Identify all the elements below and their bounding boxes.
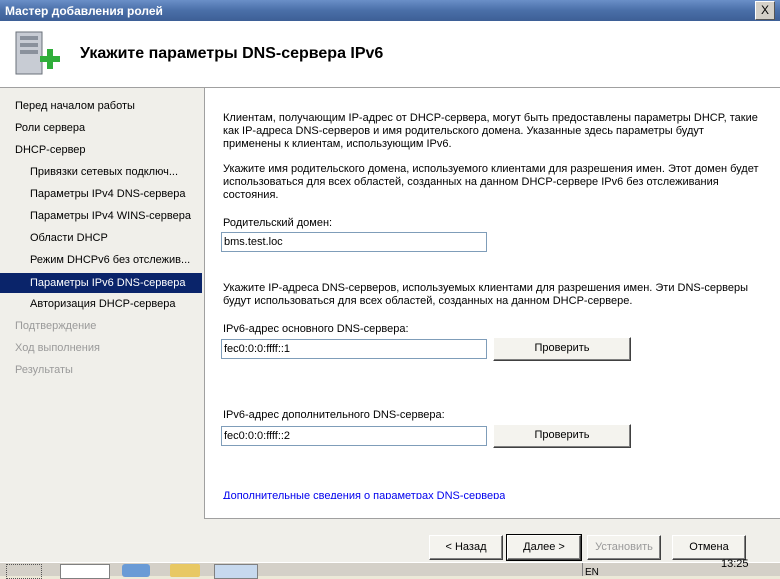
wizard-steps-nav: Перед началом работы Роли сервера DHCP-с… xyxy=(0,88,204,575)
cancel-button[interactable]: Отмена xyxy=(672,535,746,560)
domain-description: Укажите имя родительского домена, исполь… xyxy=(223,163,759,201)
next-button[interactable]: Далее > xyxy=(506,534,582,561)
step-dhcp-scopes[interactable]: Области DHCP xyxy=(30,228,198,248)
step-before-you-begin[interactable]: Перед началом работы xyxy=(15,96,201,116)
page-title: Укажите параметры DNS-сервера IPv6 xyxy=(80,45,384,62)
step-progress: Ход выполнения xyxy=(15,342,100,354)
step-ipv4-wins[interactable]: Параметры IPv4 WINS-сервера xyxy=(30,206,198,226)
taskbar-server-manager-icon[interactable] xyxy=(60,564,110,579)
wizard-content: Клиентам, получающим IP-адрес от DHCP-се… xyxy=(204,88,780,518)
step-dhcpv6-stateless[interactable]: Режим DHCPv6 без отслежив... xyxy=(30,250,198,270)
primary-dns-input[interactable] xyxy=(221,339,487,359)
wizard-window: Мастер добавления ролей X Укажите параме… xyxy=(0,0,780,579)
window-title: Мастер добавления ролей xyxy=(5,4,163,18)
taskbar-wizard-icon[interactable] xyxy=(214,564,258,579)
close-button[interactable]: X xyxy=(755,1,775,20)
server-add-role-icon xyxy=(15,31,60,75)
taskbar: EN 13:25 xyxy=(0,558,780,579)
step-dhcp-server[interactable]: DHCP-сервер xyxy=(15,140,201,160)
install-button: Установить xyxy=(587,535,661,560)
step-ipv6-dns-selected[interactable]: Параметры IPv6 DNS-сервера xyxy=(0,273,202,293)
back-button[interactable]: < Назад xyxy=(429,535,503,560)
secondary-dns-label: IPv6-адрес дополнительного DNS-сервера: xyxy=(223,409,445,421)
clock[interactable]: 13:25 xyxy=(721,558,749,570)
taskbar-slot-icon[interactable] xyxy=(6,564,42,579)
taskbar-explorer-icon[interactable] xyxy=(170,564,200,577)
verify-secondary-button[interactable]: Проверить xyxy=(493,424,631,448)
language-indicator[interactable]: EN xyxy=(585,567,599,578)
system-tray: EN 13:25 xyxy=(582,558,780,578)
step-confirmation: Подтверждение xyxy=(15,320,97,332)
verify-primary-button[interactable]: Проверить xyxy=(493,337,631,361)
step-ipv6-dns-label: Параметры IPv6 DNS-сервера xyxy=(30,277,186,289)
wizard-header: Укажите параметры DNS-сервера IPv6 xyxy=(0,21,780,88)
title-bar[interactable]: Мастер добавления ролей X xyxy=(0,0,780,21)
parent-domain-input[interactable] xyxy=(221,232,487,252)
step-network-bindings[interactable]: Привязки сетевых подключ... xyxy=(30,162,198,182)
taskbar-powershell-icon[interactable] xyxy=(122,564,150,577)
secondary-dns-input[interactable] xyxy=(221,426,487,446)
dns-description: Укажите IP-адреса DNS-серверов, использу… xyxy=(223,282,749,307)
more-info-link[interactable]: Дополнительные сведения о параметрах DNS… xyxy=(223,490,505,499)
domain-label: Родительский домен: xyxy=(223,217,333,229)
step-results: Результаты xyxy=(15,364,73,376)
primary-dns-label: IPv6-адрес основного DNS-сервера: xyxy=(223,323,409,335)
step-ipv4-dns[interactable]: Параметры IPv4 DNS-сервера xyxy=(30,184,198,204)
step-server-roles[interactable]: Роли сервера xyxy=(15,118,201,138)
intro-text: Клиентам, получающим IP-адрес от DHCP-се… xyxy=(223,112,758,150)
step-dhcp-authorization[interactable]: Авторизация DHCP-сервера xyxy=(30,294,198,314)
